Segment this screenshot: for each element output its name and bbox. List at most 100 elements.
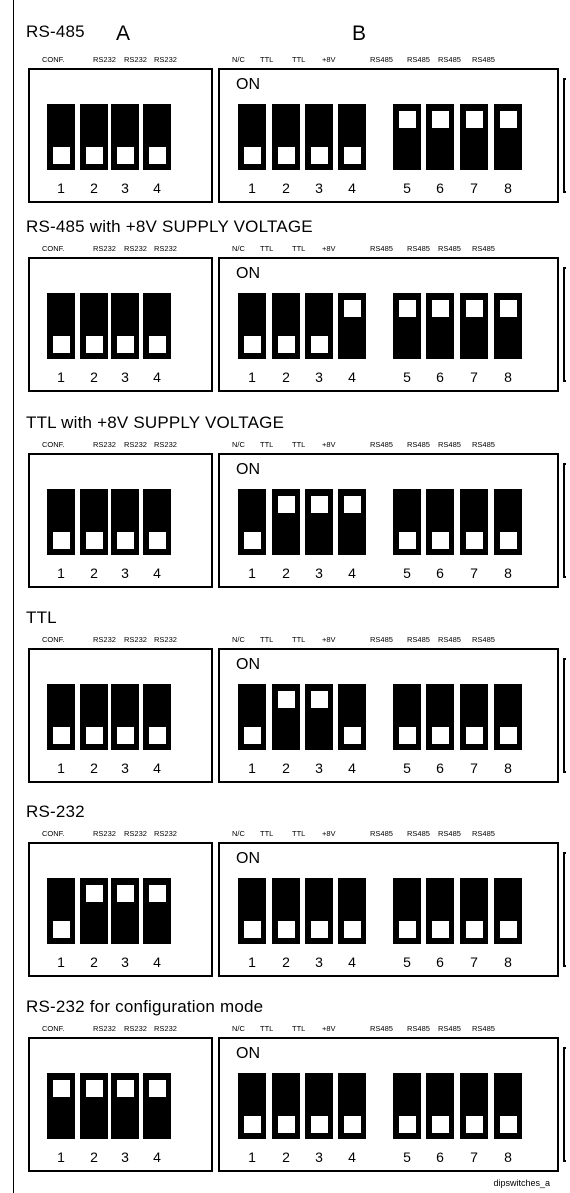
dip-switch-a-4[interactable] bbox=[143, 293, 171, 359]
dip-switch-a-2[interactable] bbox=[80, 104, 108, 170]
dip-switch-a-2[interactable] bbox=[80, 489, 108, 555]
dip-switch-b-1[interactable] bbox=[238, 878, 266, 944]
dip-switch-a-2[interactable] bbox=[80, 293, 108, 359]
switch-knob-down bbox=[116, 147, 134, 164]
dip-switch-b-5[interactable] bbox=[393, 1073, 421, 1139]
dip-switch-b-1[interactable] bbox=[238, 489, 266, 555]
section-title: TTL with +8V SUPPLY VOLTAGE bbox=[26, 413, 285, 432]
switch-number: 2 bbox=[90, 565, 98, 581]
switch-number: 5 bbox=[403, 180, 411, 196]
switch-knob-down bbox=[499, 921, 517, 938]
switch-knob-down bbox=[277, 1116, 295, 1133]
dip-switch-a-3[interactable] bbox=[111, 293, 139, 359]
switch-knob-down bbox=[52, 336, 70, 353]
dip-switch-b-2[interactable] bbox=[272, 684, 300, 750]
dip-switch-b-7[interactable] bbox=[460, 104, 488, 170]
dip-switch-a-1[interactable] bbox=[47, 293, 75, 359]
bank-b-header-label: RS485 bbox=[370, 440, 393, 449]
dip-switch-a-4[interactable] bbox=[143, 684, 171, 750]
bank-b-header-label: TTL bbox=[260, 1024, 274, 1033]
dip-switch-b-5[interactable] bbox=[393, 878, 421, 944]
on-label: ON bbox=[236, 656, 260, 673]
dip-switch-b-3[interactable] bbox=[305, 1073, 333, 1139]
bank-b-header-label: RS485 bbox=[407, 1024, 430, 1033]
dip-switch-b-6[interactable] bbox=[426, 489, 454, 555]
bank-b-header-label: RS485 bbox=[472, 635, 495, 644]
switch-number: 4 bbox=[348, 369, 356, 385]
dip-switch-a-2[interactable] bbox=[80, 878, 108, 944]
dip-switch-a-4[interactable] bbox=[143, 104, 171, 170]
dip-switch-b-2[interactable] bbox=[272, 878, 300, 944]
switch-number: 3 bbox=[315, 954, 323, 970]
bank-a-header-label: RS232 bbox=[154, 244, 177, 253]
dip-switch-b-6[interactable] bbox=[426, 293, 454, 359]
dip-switch-b-2[interactable] bbox=[272, 293, 300, 359]
switch-knob-down bbox=[277, 147, 295, 164]
dip-switch-a-1[interactable] bbox=[47, 489, 75, 555]
dip-switch-b-2[interactable] bbox=[272, 1073, 300, 1139]
dip-switch-b-4[interactable] bbox=[338, 104, 366, 170]
dip-switch-b-2[interactable] bbox=[272, 489, 300, 555]
dip-switch-a-2[interactable] bbox=[80, 684, 108, 750]
dip-switch-b-1[interactable] bbox=[238, 684, 266, 750]
dip-switch-b-3[interactable] bbox=[305, 489, 333, 555]
dip-switch-b-5[interactable] bbox=[393, 489, 421, 555]
dip-switch-b-4[interactable] bbox=[338, 489, 366, 555]
dip-switch-b-1[interactable] bbox=[238, 1073, 266, 1139]
dip-switch-b-3[interactable] bbox=[305, 104, 333, 170]
switch-number: 1 bbox=[248, 1149, 256, 1165]
dip-switch-b-8[interactable] bbox=[494, 104, 522, 170]
dip-switch-b-8[interactable] bbox=[494, 878, 522, 944]
dip-switch-a-1[interactable] bbox=[47, 104, 75, 170]
switch-number: 7 bbox=[470, 1149, 478, 1165]
dip-switch-a-4[interactable] bbox=[143, 1073, 171, 1139]
dip-switch-a-3[interactable] bbox=[111, 684, 139, 750]
dip-switch-a-3[interactable] bbox=[111, 489, 139, 555]
dip-switch-b-5[interactable] bbox=[393, 104, 421, 170]
switch-bank-a: 1 2 3 4 bbox=[28, 453, 213, 588]
dip-switch-b-1[interactable] bbox=[238, 104, 266, 170]
dip-switch-b-3[interactable] bbox=[305, 293, 333, 359]
dip-switch-b-7[interactable] bbox=[460, 293, 488, 359]
switch-number: 1 bbox=[57, 180, 65, 196]
dip-switch-a-4[interactable] bbox=[143, 489, 171, 555]
dip-switch-b-3[interactable] bbox=[305, 878, 333, 944]
switch-number: 5 bbox=[403, 954, 411, 970]
dip-switch-a-3[interactable] bbox=[111, 104, 139, 170]
dip-switch-b-4[interactable] bbox=[338, 293, 366, 359]
dip-switch-b-7[interactable] bbox=[460, 1073, 488, 1139]
dip-switch-b-7[interactable] bbox=[460, 489, 488, 555]
dip-switch-b-8[interactable] bbox=[494, 293, 522, 359]
dip-switch-b-4[interactable] bbox=[338, 878, 366, 944]
dip-switch-b-4[interactable] bbox=[338, 684, 366, 750]
dip-switch-a-1[interactable] bbox=[47, 1073, 75, 1139]
dip-switch-b-1[interactable] bbox=[238, 293, 266, 359]
dip-switch-b-8[interactable] bbox=[494, 1073, 522, 1139]
dip-switch-b-6[interactable] bbox=[426, 1073, 454, 1139]
dip-switch-a-4[interactable] bbox=[143, 878, 171, 944]
switch-number: 8 bbox=[504, 565, 512, 581]
dip-switch-a-1[interactable] bbox=[47, 684, 75, 750]
switch-knob-up bbox=[277, 691, 295, 708]
dip-switch-b-3[interactable] bbox=[305, 684, 333, 750]
bank-a-header-label: RS232 bbox=[154, 829, 177, 838]
dip-switch-b-4[interactable] bbox=[338, 1073, 366, 1139]
dip-switch-b-7[interactable] bbox=[460, 684, 488, 750]
dip-switch-b-6[interactable] bbox=[426, 878, 454, 944]
dip-switch-b-8[interactable] bbox=[494, 489, 522, 555]
dip-switch-b-5[interactable] bbox=[393, 684, 421, 750]
switch-knob-down bbox=[148, 532, 166, 549]
dip-switch-b-5[interactable] bbox=[393, 293, 421, 359]
dip-switch-b-6[interactable] bbox=[426, 684, 454, 750]
dip-switch-b-6[interactable] bbox=[426, 104, 454, 170]
dip-switch-b-8[interactable] bbox=[494, 684, 522, 750]
dip-switch-b-7[interactable] bbox=[460, 878, 488, 944]
dip-switch-a-3[interactable] bbox=[111, 878, 139, 944]
switch-number: 4 bbox=[348, 565, 356, 581]
dip-switch-b-2[interactable] bbox=[272, 104, 300, 170]
dip-switch-a-3[interactable] bbox=[111, 1073, 139, 1139]
dip-switch-a-2[interactable] bbox=[80, 1073, 108, 1139]
bank-b-header-label: RS485 bbox=[438, 635, 461, 644]
dip-switch-a-1[interactable] bbox=[47, 878, 75, 944]
bank-a-header-label: RS232 bbox=[124, 55, 147, 64]
